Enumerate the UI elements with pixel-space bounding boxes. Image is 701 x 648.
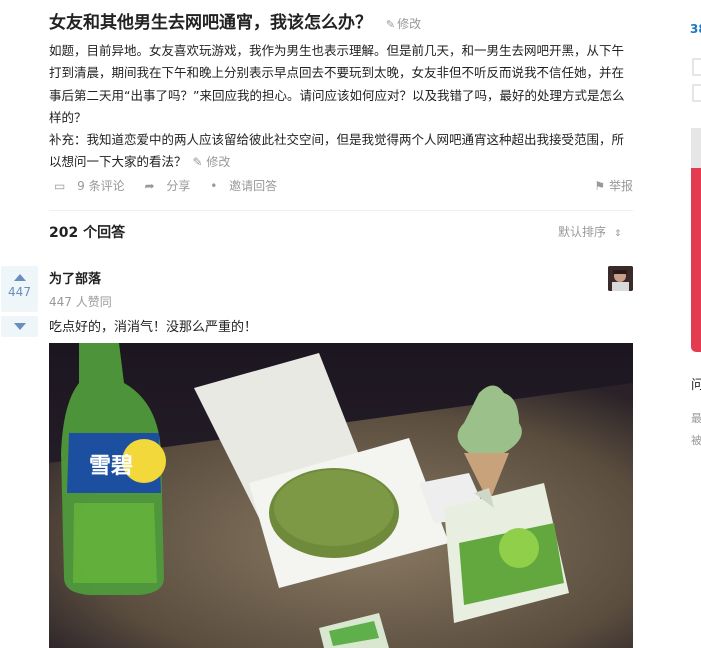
vote-widget: 447: [1, 266, 38, 337]
sidebar-number[interactable]: 38: [690, 22, 701, 36]
pencil-icon: ✎: [385, 18, 396, 31]
sidebar-ad-card[interactable]: [691, 128, 701, 352]
sidebar-heading: 问: [691, 378, 701, 393]
pencil-icon: ✎: [192, 155, 207, 170]
upvote-arrow-icon: [13, 274, 26, 281]
sort-dropdown[interactable]: 默认排序 ⇕: [558, 223, 622, 240]
sidebar-line: 最: [691, 412, 701, 425]
report-label: 举报: [608, 179, 633, 193]
sidebar-lines: 最 被: [691, 408, 701, 452]
edit-supplement-link[interactable]: ✎ 修改: [193, 155, 231, 169]
invite-answer-link[interactable]: 邀请回答: [229, 179, 277, 193]
answer-count: 202 个回答: [49, 225, 126, 241]
answer-photo[interactable]: 雪碧: [49, 343, 633, 648]
report-link[interactable]: ⚑ 举报: [594, 177, 633, 194]
comment-icon: ▭: [54, 179, 66, 193]
downvote-button[interactable]: [1, 316, 38, 337]
comments-label: 9 条评论: [77, 179, 125, 193]
edit-label: 修改: [397, 17, 422, 31]
answer-text: 吃点好的，消消气！没那么严重的！: [49, 320, 258, 335]
divider: [49, 210, 633, 211]
votes-meta: 447 人赞同: [49, 295, 112, 309]
avatar[interactable]: [608, 266, 633, 291]
question-actions: ▭ 9 条评论 ➦ 分享 • 邀请回答 ⚑ 举报: [54, 177, 633, 197]
dot-separator: •: [210, 179, 218, 193]
downvote-arrow-icon: [13, 323, 26, 330]
question-body-text: 如题，目前异地。女友喜欢玩游戏，我作为男生也表示理解。但是前几天，和一男生去网吧…: [49, 43, 625, 125]
share-icon: ➦: [144, 179, 155, 193]
sidebar-placeholder-icons: [692, 58, 701, 110]
share-label: 分享: [166, 179, 191, 193]
placeholder-block: [692, 84, 701, 102]
share-link[interactable]: ➦ 分享: [144, 179, 198, 193]
supplement-text: 补充：我知道恋爱中的两人应该留给彼此社交空间，但是我觉得两个人网吧通宵这种超出我…: [49, 132, 625, 170]
edit-label: 修改: [206, 155, 231, 170]
upvote-button[interactable]: 447: [1, 266, 38, 312]
question-supplement: 补充：我知道恋爱中的两人应该留给彼此社交空间，但是我觉得两个人网吧通宵这种超出我…: [49, 129, 633, 174]
svg-text:雪碧: 雪碧: [89, 453, 133, 479]
sort-label: 默认排序: [558, 225, 607, 239]
placeholder-block: [692, 58, 701, 76]
answer-author[interactable]: 为了部落: [49, 268, 101, 287]
question-detail: 如题，目前异地。女友喜欢玩游戏，我作为男生也表示理解。但是前几天，和一男生去网吧…: [49, 40, 633, 174]
edit-question-link[interactable]: ✎ 修改: [386, 17, 421, 31]
question-title-text: 女友和其他男生去网吧通宵，我该怎么办？: [49, 13, 372, 33]
sidebar-line: 被: [691, 434, 701, 447]
sort-caret-icon: ⇕: [614, 229, 622, 239]
question-title: 女友和其他男生去网吧通宵，我该怎么办？ ✎ 修改: [49, 8, 609, 33]
flag-icon: ⚑: [594, 179, 606, 193]
vote-count: 447: [8, 285, 31, 299]
comments-link[interactable]: ▭ 9 条评论: [54, 179, 133, 193]
